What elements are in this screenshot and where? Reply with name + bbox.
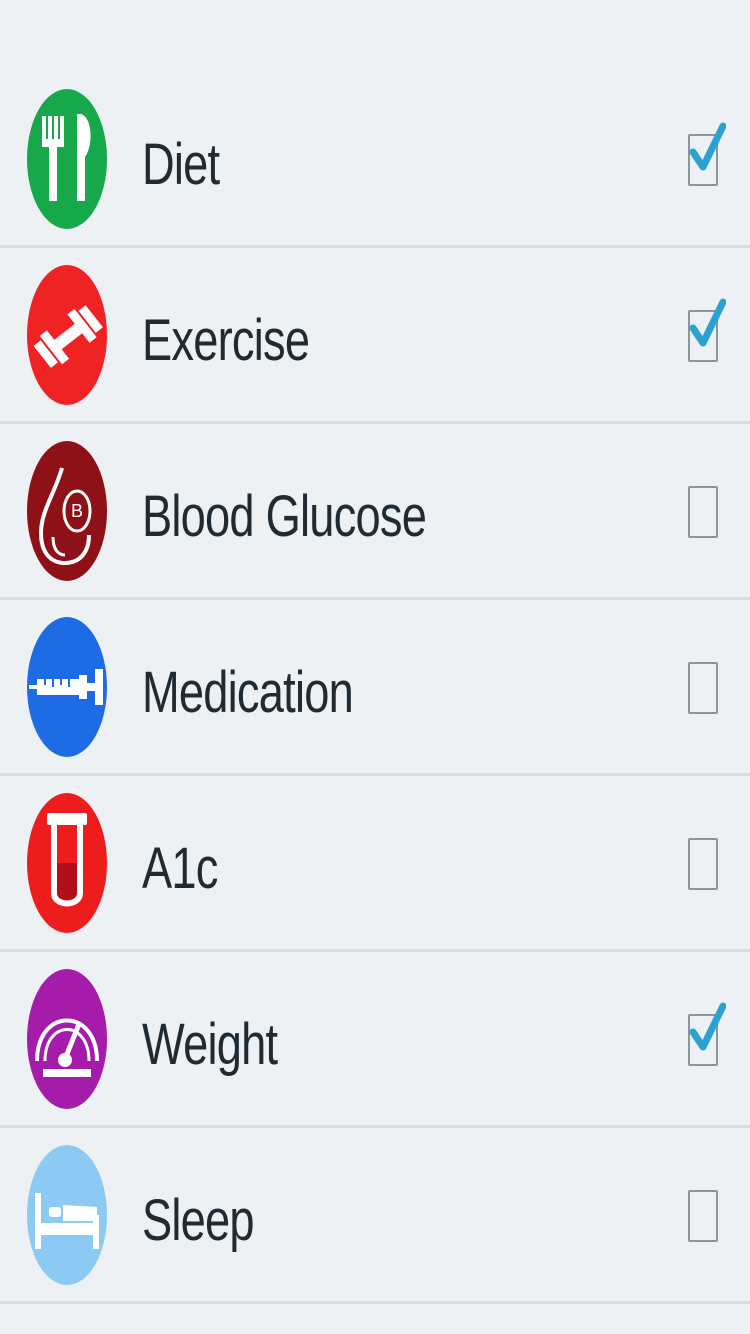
checkmark-icon [690, 298, 726, 356]
tracking-items-list: Diet Exercise B Blood Glucose Medication… [0, 72, 750, 1304]
item-label: A1c [142, 836, 218, 901]
item-label: Weight [142, 1012, 278, 1077]
fork-knife-icon [27, 89, 107, 229]
exercise-checkbox[interactable] [688, 298, 726, 362]
list-item-sleep[interactable]: Sleep [0, 1128, 750, 1304]
item-label: Blood Glucose [142, 484, 427, 549]
dumbbell-icon [27, 265, 107, 405]
medication-checkbox[interactable] [688, 662, 718, 714]
list-item-weight[interactable]: Weight [0, 952, 750, 1128]
checkmark-icon [690, 1002, 726, 1060]
test-tube-icon [27, 793, 107, 933]
item-label: Exercise [142, 308, 310, 373]
checkmark-icon [690, 122, 726, 180]
blood-glucose-checkbox[interactable] [688, 486, 718, 538]
blood-drop-icon: B [27, 441, 107, 581]
svg-text:B: B [71, 501, 83, 521]
list-item-diet[interactable]: Diet [0, 72, 750, 248]
list-item-exercise[interactable]: Exercise [0, 248, 750, 424]
bed-icon [27, 1145, 107, 1285]
item-label: Sleep [142, 1188, 255, 1253]
list-item-medication[interactable]: Medication [0, 600, 750, 776]
item-label: Diet [142, 132, 220, 197]
weight-checkbox[interactable] [688, 1002, 726, 1066]
syringe-icon [27, 617, 107, 757]
a1c-checkbox[interactable] [688, 838, 718, 890]
scale-gauge-icon [27, 969, 107, 1109]
list-item-blood-glucose[interactable]: B Blood Glucose [0, 424, 750, 600]
item-label: Medication [142, 660, 354, 725]
sleep-checkbox[interactable] [688, 1190, 718, 1242]
tracking-items-screen: Diet Exercise B Blood Glucose Medication… [0, 0, 750, 1334]
diet-checkbox[interactable] [688, 122, 726, 186]
list-item-a1c[interactable]: A1c [0, 776, 750, 952]
